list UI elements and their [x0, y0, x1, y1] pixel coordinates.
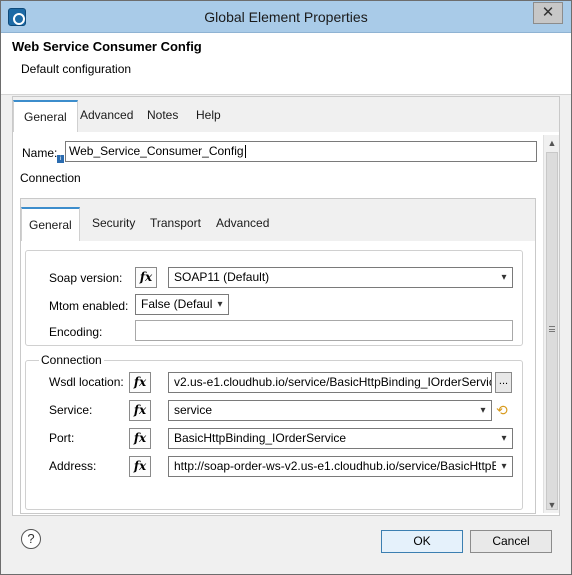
fx-icon[interactable]: fx	[129, 456, 151, 477]
tab-general[interactable]: General	[13, 100, 78, 132]
inner-tab-general[interactable]: General	[21, 207, 80, 241]
connection-panel: General Security Transport Advanced Soap…	[20, 198, 536, 514]
dialog-window: Global Element Properties ✕ Web Service …	[0, 0, 572, 575]
page-title: Web Service Consumer Config	[12, 39, 202, 54]
service-value: service	[174, 403, 213, 417]
fx-icon[interactable]: fx	[129, 400, 151, 421]
name-label: Name:	[22, 146, 58, 160]
chevron-down-icon: ▾	[496, 457, 512, 476]
port-value: BasicHttpBinding_IOrderService	[174, 431, 347, 445]
tab-notes[interactable]: Notes	[137, 100, 188, 132]
encoding-field[interactable]	[135, 320, 513, 341]
soap-version-select[interactable]: SOAP11 (Default) ▾	[168, 267, 513, 288]
chevron-down-icon: ▾	[496, 268, 512, 287]
name-value: Web_Service_Consumer_Config	[69, 144, 244, 158]
address-label: Address:	[49, 459, 97, 473]
fx-icon[interactable]: fx	[129, 372, 151, 393]
soap-version-value: SOAP11 (Default)	[174, 270, 270, 284]
connection-heading: Connection	[20, 171, 81, 185]
properties-panel: General Advanced Notes Help Name: i Web_…	[12, 96, 560, 516]
tab-advanced[interactable]: Advanced	[70, 100, 143, 132]
connection-group-title: Connection	[39, 353, 104, 367]
service-select[interactable]: service ▾	[168, 400, 492, 421]
cancel-button[interactable]: Cancel	[470, 530, 552, 553]
main-tabstrip: General Advanced Notes Help	[13, 97, 559, 132]
ok-button[interactable]: OK	[381, 530, 463, 553]
vertical-scrollbar[interactable]: ▲ ▼	[543, 135, 559, 513]
title-bar: Global Element Properties ✕	[1, 1, 571, 33]
encoding-label: Encoding:	[49, 325, 103, 339]
inner-tab-advanced[interactable]: Advanced	[209, 207, 276, 241]
help-icon[interactable]: ?	[21, 529, 41, 549]
connection-tabstrip: General Security Transport Advanced	[21, 199, 535, 241]
tab-help[interactable]: Help	[186, 100, 231, 132]
info-icon: i	[57, 155, 64, 163]
wsdl-location-label: Wsdl location:	[49, 375, 124, 389]
mtom-value: False (Default)	[141, 297, 220, 311]
scroll-up-icon[interactable]: ▲	[544, 135, 560, 151]
chevron-down-icon: ▾	[212, 295, 228, 314]
fx-icon[interactable]: fx	[135, 267, 157, 288]
wsdl-location-field[interactable]: v2.us-e1.cloudhub.io/service/BasicHttpBi…	[168, 372, 492, 393]
service-label: Service:	[49, 403, 93, 417]
port-select[interactable]: BasicHttpBinding_IOrderService ▾	[168, 428, 513, 449]
window-title: Global Element Properties	[204, 9, 368, 25]
mtom-select[interactable]: False (Default) ▾	[135, 294, 229, 315]
chevron-down-icon: ▾	[496, 429, 512, 448]
scroll-thumb[interactable]	[546, 152, 558, 510]
chevron-down-icon: ▾	[475, 401, 491, 420]
address-value: http://soap-order-ws-v2.us-e1.cloudhub.i…	[174, 459, 513, 473]
page-subtitle: Default configuration	[21, 62, 132, 76]
inner-tab-security[interactable]: Security	[85, 207, 142, 241]
grip-icon	[549, 326, 555, 332]
scroll-down-icon[interactable]: ▼	[544, 497, 560, 513]
address-select[interactable]: http://soap-order-ws-v2.us-e1.cloudhub.i…	[168, 456, 513, 477]
dialog-footer: ? OK Cancel	[1, 517, 571, 574]
close-button[interactable]: ✕	[533, 2, 563, 24]
fx-icon[interactable]: fx	[129, 428, 151, 449]
refresh-icon[interactable]: ⟲	[496, 402, 512, 418]
mtom-label: Mtom enabled:	[49, 299, 129, 313]
browse-button[interactable]: ...	[495, 372, 512, 393]
soap-version-label: Soap version:	[49, 271, 123, 285]
port-label: Port:	[49, 431, 75, 445]
name-field[interactable]: Web_Service_Consumer_Config	[65, 141, 537, 162]
dialog-header: Web Service Consumer Config Default conf…	[1, 33, 571, 95]
inner-tab-transport[interactable]: Transport	[143, 207, 208, 241]
